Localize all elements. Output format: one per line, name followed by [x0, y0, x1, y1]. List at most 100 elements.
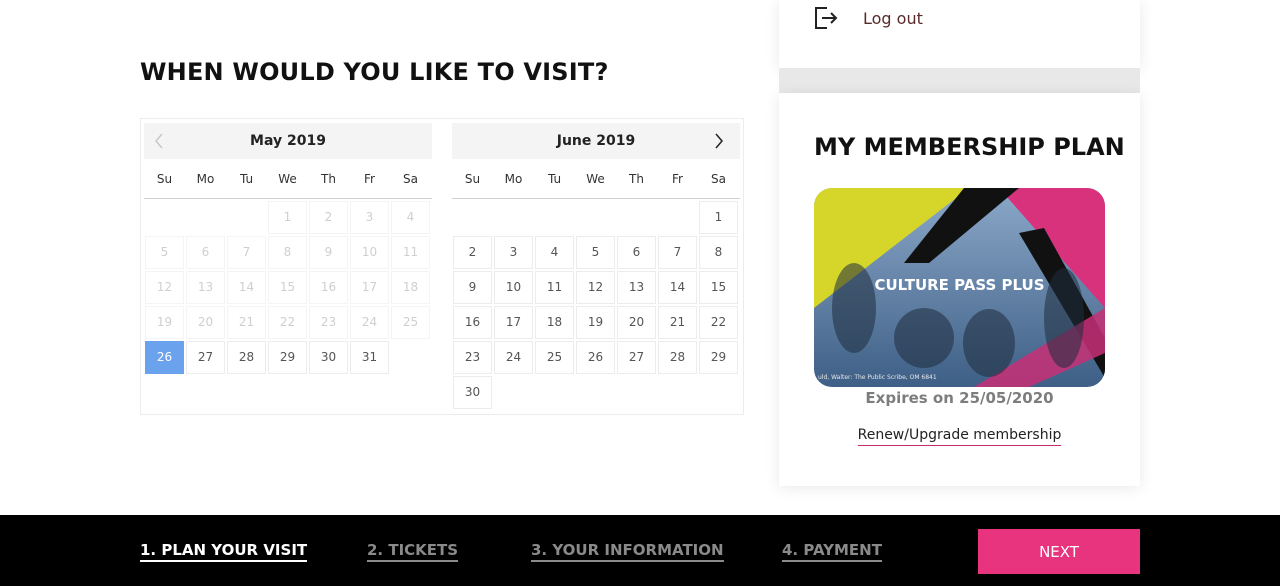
day-cell: 21 — [227, 306, 266, 339]
day-cell[interactable]: 19 — [576, 306, 615, 339]
weekday-label: Su — [464, 172, 481, 186]
weekday-label: Fr — [364, 172, 375, 186]
day-grid: 1 2 3 4 5 6 7 8 9 10 11 12 13 14 15 16 17 18 19 20 21 22 23 24 2… — [144, 200, 432, 375]
day-cell: 8 — [268, 236, 307, 269]
day-cell[interactable]: 27 — [617, 341, 656, 374]
page: WHEN WOULD YOU LIKE TO VISIT? May 2019 S… — [0, 0, 1280, 586]
day-cell: 10 — [350, 236, 389, 269]
account-panel: Log out — [779, 0, 1140, 68]
day-cell[interactable]: 5 — [576, 236, 615, 269]
page-title: WHEN WOULD YOU LIKE TO VISIT? — [140, 58, 609, 86]
prev-month-button[interactable] — [144, 123, 174, 159]
day-cell: 6 — [186, 236, 225, 269]
day-cell[interactable]: 30 — [453, 376, 492, 409]
weekday-label: Fr — [672, 172, 683, 186]
empty-day-cell — [145, 201, 184, 234]
date-picker: May 2019 Su Mo Tu We Th Fr Sa 1234567891… — [140, 118, 744, 415]
day-cell[interactable]: 8 — [699, 236, 738, 269]
day-cell: 23 — [309, 306, 348, 339]
step-payment[interactable]: 4. PAYMENT — [782, 541, 882, 562]
empty-day-cell — [453, 201, 492, 234]
day-cell[interactable]: 27 — [186, 341, 225, 374]
image-credit: uld, Walter: The Public Scribe, OM 6841 — [818, 374, 937, 381]
renew-upgrade-link[interactable]: Renew/Upgrade membership — [857, 427, 1062, 446]
day-cell: 11 — [391, 236, 430, 269]
weekday-label: Th — [629, 172, 644, 186]
month-header: May 2019 — [144, 123, 432, 159]
day-cell[interactable]: 15 — [699, 271, 738, 304]
weekday-label: Tu — [239, 172, 254, 186]
weekday-label: Su — [156, 172, 173, 186]
step-tickets[interactable]: 2. TICKETS — [367, 541, 459, 562]
day-cell[interactable]: 31 — [350, 341, 389, 374]
day-cell[interactable]: 22 — [699, 306, 738, 339]
day-cell: 9 — [309, 236, 348, 269]
day-cell[interactable]: 7 — [658, 236, 697, 269]
next-button[interactable]: NEXT — [978, 529, 1140, 574]
day-cell: 5 — [145, 236, 184, 269]
day-cell[interactable]: 17 — [494, 306, 533, 339]
day-cell[interactable]: 10 — [494, 271, 533, 304]
day-cell: 24 — [350, 306, 389, 339]
empty-day-cell — [227, 201, 266, 234]
day-cell[interactable]: 23 — [453, 341, 492, 374]
day-cell[interactable]: 4 — [535, 236, 574, 269]
day-cell: 13 — [186, 271, 225, 304]
day-cell[interactable]: 30 — [309, 341, 348, 374]
selected-day-cell[interactable]: 26 — [145, 341, 184, 374]
calendar-month-june: June 2019 Su Mo Tu We Th Fr Sa 123456789… — [452, 123, 740, 410]
day-cell: 15 — [268, 271, 307, 304]
day-cell[interactable]: 6 — [617, 236, 656, 269]
month-title: June 2019 — [556, 133, 636, 149]
day-grid: 1 2 3 4 5 6 7 8 9 10 11 12 13 14 15 16 17 18 19 20 21 22 23 24 2… — [452, 200, 740, 410]
day-cell[interactable]: 28 — [658, 341, 697, 374]
day-cell: 25 — [391, 306, 430, 339]
empty-day-cell — [617, 201, 656, 234]
logout-link[interactable]: Log out — [813, 4, 923, 32]
empty-day-cell — [494, 201, 533, 234]
calendar-month-may: May 2019 Su Mo Tu We Th Fr Sa 1234567891… — [144, 123, 432, 375]
chevron-left-icon — [155, 133, 163, 149]
day-cell: 2 — [309, 201, 348, 234]
day-cell[interactable]: 14 — [658, 271, 697, 304]
expiry-date: Expires on 25/05/2020 — [865, 389, 1054, 407]
day-cell: 17 — [350, 271, 389, 304]
day-cell[interactable]: 20 — [617, 306, 656, 339]
day-cell[interactable]: 29 — [268, 341, 307, 374]
step-your-information[interactable]: 3. YOUR INFORMATION — [531, 541, 724, 562]
day-cell: 14 — [227, 271, 266, 304]
day-cell[interactable]: 1 — [699, 201, 738, 234]
day-cell[interactable]: 3 — [494, 236, 533, 269]
day-cell[interactable]: 18 — [535, 306, 574, 339]
day-cell[interactable]: 21 — [658, 306, 697, 339]
membership-title: MY MEMBERSHIP PLAN — [814, 133, 1125, 161]
day-cell[interactable]: 12 — [576, 271, 615, 304]
day-cell[interactable]: 13 — [617, 271, 656, 304]
month-title: May 2019 — [250, 133, 326, 149]
weekday-label: Sa — [711, 172, 726, 186]
day-cell: 3 — [350, 201, 389, 234]
month-header: June 2019 — [452, 123, 740, 159]
empty-day-cell — [576, 201, 615, 234]
panel-divider — [779, 68, 1140, 93]
empty-day-cell — [535, 201, 574, 234]
day-cell[interactable]: 25 — [535, 341, 574, 374]
day-cell[interactable]: 26 — [576, 341, 615, 374]
day-cell: 12 — [145, 271, 184, 304]
logout-label: Log out — [863, 8, 923, 28]
chevron-right-icon — [715, 133, 723, 149]
day-cell[interactable]: 29 — [699, 341, 738, 374]
next-month-button[interactable] — [704, 123, 734, 159]
day-cell[interactable]: 28 — [227, 341, 266, 374]
day-cell[interactable]: 11 — [535, 271, 574, 304]
day-cell: 16 — [309, 271, 348, 304]
day-cell: 22 — [268, 306, 307, 339]
weekday-label: Th — [321, 172, 336, 186]
day-cell[interactable]: 24 — [494, 341, 533, 374]
day-cell[interactable]: 9 — [453, 271, 492, 304]
weekday-label: We — [586, 172, 605, 186]
day-cell[interactable]: 16 — [453, 306, 492, 339]
step-plan-visit[interactable]: 1. PLAN YOUR VISIT — [140, 541, 308, 562]
day-cell[interactable]: 2 — [453, 236, 492, 269]
weekday-label: Sa — [403, 172, 418, 186]
